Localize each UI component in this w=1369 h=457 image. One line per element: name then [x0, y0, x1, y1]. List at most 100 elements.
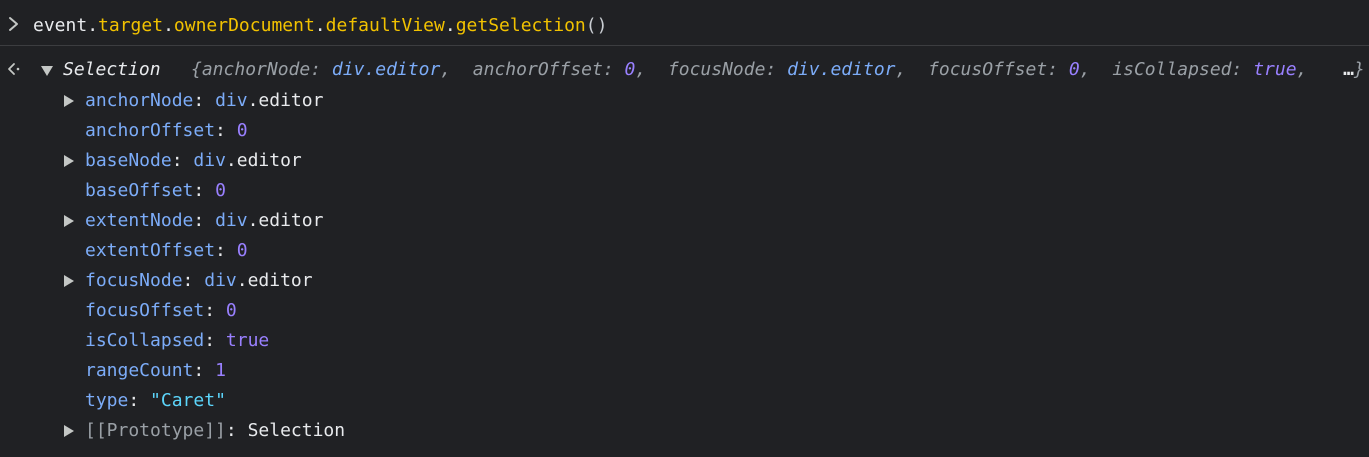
summary-close-brace: }: [1353, 59, 1365, 80]
summary-key: isCollapsed: [1112, 59, 1232, 80]
property-row: isCollapsed: true: [62, 329, 662, 353]
console-input-line[interactable]: event.target.ownerDocument.defaultView.g…: [0, 0, 1369, 46]
summary-ellipsis: …: [1343, 59, 1354, 80]
property-key: extentOffset: [85, 240, 216, 261]
property-value: 0: [236, 240, 248, 261]
property-key: rangeCount: [85, 360, 194, 381]
property-value: 1: [215, 360, 226, 381]
property-row[interactable]: baseNode: div.editor: [62, 149, 662, 173]
property-colon: :: [193, 90, 216, 111]
summary-colon: :: [310, 59, 332, 80]
property-row: baseOffset: 0: [62, 179, 662, 203]
property-line: anchorOffset: 0: [85, 119, 248, 143]
property-line: rangeCount: 1: [85, 359, 226, 383]
summary-value: div.editor: [787, 59, 896, 80]
property-key: focusOffset: [85, 300, 205, 321]
expression-token: .: [163, 15, 174, 36]
node-tag: div: [215, 90, 248, 111]
property-colon: :: [193, 180, 216, 201]
property-value: div.editor: [193, 150, 301, 171]
expression-token: .: [444, 15, 456, 36]
triangle-right-icon[interactable]: [63, 94, 75, 108]
property-key: baseNode: [85, 150, 172, 171]
console-expression[interactable]: event.target.ownerDocument.defaultView.g…: [33, 14, 607, 38]
result-class-name: Selection: [63, 59, 161, 80]
triangle-down-icon[interactable]: [40, 65, 54, 77]
property-row: anchorOffset: 0: [62, 119, 662, 143]
expression-token: defaultView: [325, 15, 445, 36]
expression-token: .: [87, 15, 99, 36]
property-value: 0: [236, 120, 248, 141]
property-row[interactable]: extentNode: div.editor: [62, 209, 662, 233]
node-class: .editor: [247, 90, 324, 111]
result-header[interactable]: Selection {anchorNode: div.editor, ancho…: [38, 58, 1365, 82]
property-colon: :: [193, 360, 216, 381]
summary-separator: ,: [440, 59, 473, 80]
node-tag: div: [193, 150, 226, 171]
summary-key: anchorNode: [201, 59, 311, 80]
summary-colon: :: [602, 59, 625, 80]
property-key: baseOffset: [85, 180, 194, 201]
triangle-right-icon[interactable]: [63, 424, 75, 438]
summary-key: anchorOffset: [472, 59, 603, 80]
property-value: "Caret": [150, 390, 226, 411]
summary-open-brace: {: [191, 59, 202, 80]
property-colon: :: [225, 420, 248, 441]
property-key: type: [85, 390, 129, 411]
property-row: type: "Caret": [62, 389, 662, 413]
property-line: [[Prototype]]: Selection: [85, 419, 345, 443]
summary-value: true: [1253, 59, 1297, 80]
summary-value: div.editor: [331, 59, 441, 80]
property-colon: :: [128, 390, 151, 411]
triangle-right-icon[interactable]: [63, 154, 75, 168]
property-value: 0: [225, 300, 237, 321]
triangle-right-icon[interactable]: [63, 274, 75, 288]
property-colon: :: [193, 210, 216, 231]
property-value: Selection: [247, 420, 346, 441]
property-row: extentOffset: 0: [62, 239, 662, 263]
summary-separator: ,: [1079, 59, 1113, 80]
expression-token: getSelection: [455, 15, 586, 36]
property-row[interactable]: [[Prototype]]: Selection: [62, 419, 662, 443]
node-tag: div: [204, 270, 237, 291]
expression-token: .: [314, 15, 326, 36]
property-line: focusOffset: 0: [85, 299, 237, 323]
property-line: type: "Caret": [85, 389, 226, 413]
property-colon: :: [204, 300, 226, 321]
property-key: [[Prototype]]: [85, 420, 226, 441]
node-class: .editor: [225, 150, 302, 171]
summary-colon: :: [1047, 59, 1069, 80]
summary-key: focusOffset: [928, 59, 1048, 80]
node-class: .editor: [247, 210, 324, 231]
property-row[interactable]: anchorNode: div.editor: [62, 89, 662, 113]
node-class: .editor: [236, 270, 313, 291]
property-line: anchorNode: div.editor: [85, 89, 323, 113]
property-line: isCollapsed: true: [85, 329, 269, 353]
summary-colon: :: [765, 59, 788, 80]
result-summary: {anchorNode: div.editor, anchorOffset: 0…: [191, 58, 1365, 82]
summary-key: focusNode: [667, 59, 766, 80]
summary-separator: ,: [1296, 59, 1330, 80]
property-key: extentNode: [85, 210, 194, 231]
expression-token: event: [33, 15, 88, 36]
property-value: div.editor: [215, 210, 323, 231]
summary-separator: ,: [895, 59, 929, 80]
property-colon: :: [204, 330, 226, 351]
property-row[interactable]: focusNode: div.editor: [62, 269, 662, 293]
property-value: true: [225, 330, 270, 351]
summary-value: 0: [1068, 59, 1080, 80]
summary-value: 0: [624, 59, 636, 80]
result-arrow-icon: [8, 63, 20, 75]
property-line: extentOffset: 0: [85, 239, 248, 263]
expression-token: ownerDocument: [173, 15, 315, 36]
property-key: anchorNode: [85, 90, 194, 111]
property-line: focusNode: div.editor: [85, 269, 313, 293]
property-colon: :: [215, 240, 237, 261]
property-value: 0: [215, 180, 226, 201]
property-value: div.editor: [215, 90, 323, 111]
property-row: focusOffset: 0: [62, 299, 662, 323]
property-colon: :: [171, 150, 194, 171]
property-colon: :: [182, 270, 205, 291]
summary-separator: ,: [635, 59, 668, 80]
triangle-right-icon[interactable]: [63, 214, 75, 228]
